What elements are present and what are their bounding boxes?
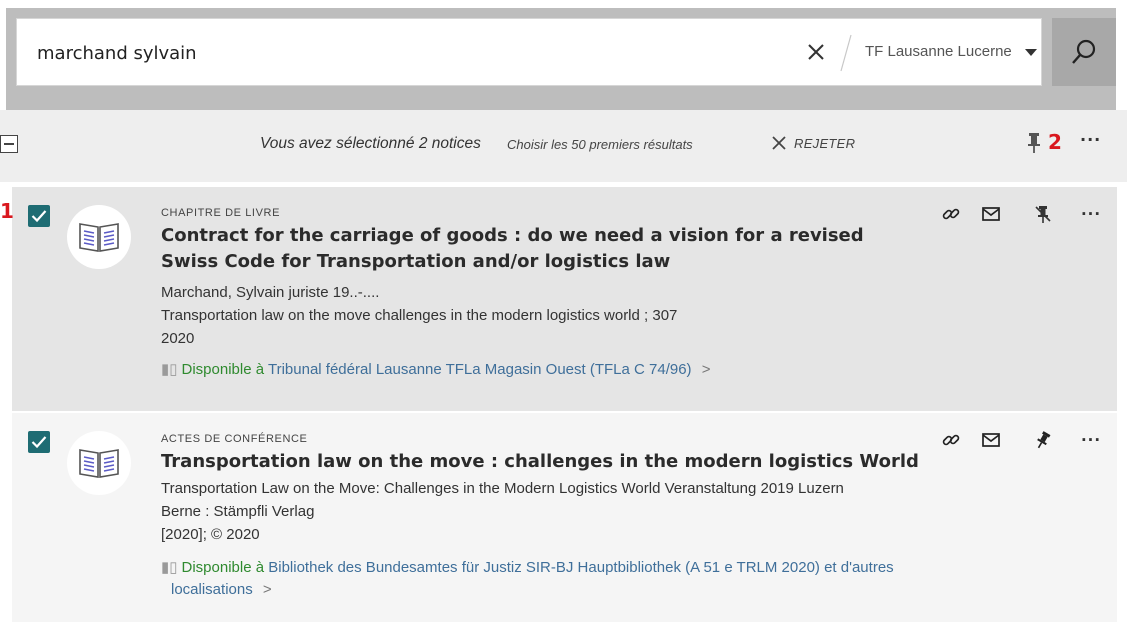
result-type: ACTES DE CONFÉRENCE [161, 433, 308, 445]
search-area: TF Lausanne Lucerne [0, 0, 1127, 110]
result-source: Transportation law on the move challenge… [161, 307, 678, 324]
select-all-checkbox[interactable] [0, 135, 18, 153]
reject-label: REJETER [794, 135, 856, 151]
chevron-right-icon[interactable]: > [263, 581, 272, 598]
permalink-button[interactable] [938, 427, 964, 453]
availability-location[interactable]: Tribunal fédéral Lausanne TFLa Magasin O… [268, 361, 692, 378]
availability-status: Disponible à [181, 559, 265, 576]
unpin-button[interactable] [1030, 201, 1056, 227]
chevron-down-icon[interactable] [1025, 49, 1037, 56]
permalink-button[interactable] [938, 201, 964, 227]
result-publisher: Berne : Stämpfli Verlag [161, 503, 315, 520]
availability-location[interactable]: Bibliothek des Bundesamtes für Justiz SI… [268, 559, 893, 576]
more-icon[interactable]: ··· [1078, 201, 1104, 227]
result-actions: ··· [932, 201, 1112, 229]
close-icon [772, 136, 786, 150]
close-icon [808, 44, 824, 60]
search-icon [1072, 39, 1096, 64]
result-title[interactable]: Transportation law on the move : challen… [161, 449, 921, 475]
check-icon [31, 436, 47, 449]
search-scope-select[interactable]: TF Lausanne Lucerne [865, 43, 1012, 60]
pin-button[interactable] [1030, 427, 1056, 453]
unpin-icon [1035, 206, 1051, 223]
clear-search-button[interactable] [805, 37, 833, 67]
result-type: CHAPITRE DE LIVRE [161, 207, 281, 219]
result-date: 2020 [161, 330, 195, 347]
link-icon [942, 434, 960, 446]
pin-icon [1037, 431, 1051, 449]
result-date: [2020]; © 2020 [161, 526, 260, 543]
result-title[interactable]: Contract for the carriage of goods : do … [161, 223, 921, 275]
annotation-number: 1 [0, 199, 14, 223]
email-button[interactable] [978, 201, 1004, 227]
more-icon[interactable]: ··· [1078, 427, 1104, 453]
book-thumbnail [67, 431, 131, 495]
availability-line[interactable]: ▮▯ Disponible à Tribunal fédéral Lausanne… [161, 359, 710, 381]
result-item[interactable]: ACTES DE CONFÉRENCE Transportation law o… [12, 413, 1117, 622]
book-icon [79, 223, 119, 252]
search-button[interactable] [1052, 18, 1116, 86]
link-icon [942, 208, 960, 220]
availability-book-icon: ▮▯ [161, 361, 178, 378]
search-box: TF Lausanne Lucerne [16, 18, 1042, 86]
search-divider [840, 34, 852, 72]
email-button[interactable] [978, 427, 1004, 453]
availability-book-icon: ▮▯ [161, 559, 178, 576]
result-author: Marchand, Sylvain juriste 19..-.... [161, 284, 380, 301]
pinned-count: 2 [1048, 130, 1062, 154]
other-locations-link[interactable]: localisations [171, 581, 253, 598]
selection-toolbar: Vous avez sélectionné 2 notices Choisir … [0, 110, 1127, 182]
choose-first-results-link[interactable]: Choisir les 50 premiers résultats [507, 137, 693, 152]
email-icon [982, 207, 1000, 221]
availability-status: Disponible à [181, 361, 265, 378]
pin-icon[interactable] [1026, 132, 1042, 154]
result-checkbox[interactable] [28, 431, 50, 453]
result-author: Transportation Law on the Move: Challeng… [161, 480, 844, 497]
book-thumbnail [67, 205, 131, 269]
more-icon[interactable]: ··· [1080, 130, 1101, 149]
search-input[interactable] [37, 41, 797, 65]
result-actions: ··· [932, 427, 1112, 455]
reject-button[interactable]: REJETER [770, 134, 855, 152]
result-checkbox[interactable] [28, 205, 50, 227]
selected-count-text: Vous avez sélectionné 2 notices [260, 135, 481, 152]
chevron-right-icon[interactable]: > [702, 361, 711, 378]
result-item[interactable]: 1 CHAPITRE DE LIVRE Contract for the car… [0, 187, 1117, 411]
availability-line[interactable]: ▮▯ Disponible à Bibliothek des Bundesamte… [161, 557, 1001, 601]
check-icon [31, 210, 47, 223]
email-icon [982, 433, 1000, 447]
book-icon [79, 449, 119, 478]
